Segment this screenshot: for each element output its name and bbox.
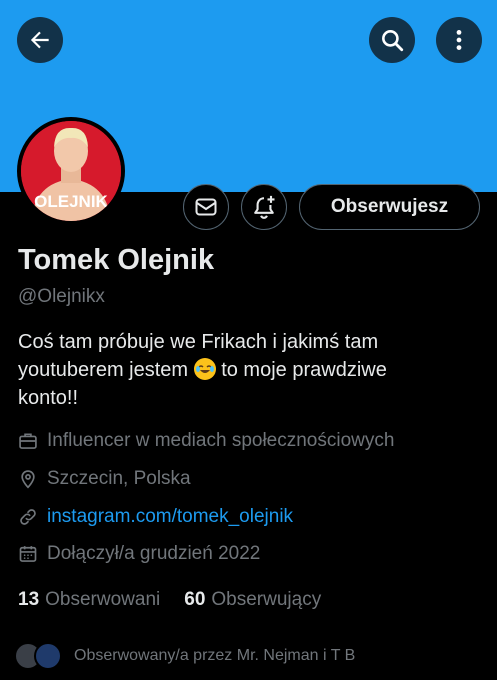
category-text: Influencer w mediach społecznościowych xyxy=(47,430,395,451)
followers-count: 60 xyxy=(184,589,206,610)
search-button[interactable] xyxy=(369,17,415,63)
back-button[interactable] xyxy=(17,17,63,63)
bio-line-3: konto!! xyxy=(18,387,79,409)
profile-category: Influencer w mediach społecznościowych xyxy=(18,430,394,452)
profile-name: Tomek Olejnik xyxy=(18,244,215,276)
more-options-button[interactable] xyxy=(436,17,482,63)
followed-by-avatars xyxy=(14,642,70,670)
website-link[interactable]: instagram.com/tomek_olejnik xyxy=(47,506,293,528)
calendar-icon xyxy=(19,546,37,562)
followers-label: Obserwujący xyxy=(211,589,322,610)
bio-line-2: youtuberem jestem to moje prawdziwe xyxy=(18,356,478,384)
location-pin-icon xyxy=(21,470,35,489)
following-count-link[interactable]: 13 Obserwowani xyxy=(18,589,160,611)
briefcase-icon xyxy=(19,433,37,449)
face-with-tears-of-joy-icon xyxy=(193,358,216,380)
followed-by-row[interactable]: Obserwowany/a przez Mr. Nejman i T B xyxy=(14,642,355,670)
search-icon xyxy=(382,30,404,52)
bio-line-2-start: youtuberem jestem xyxy=(18,359,194,381)
profile-bio: Coś tam próbuje we Frikach i jakimś tam … xyxy=(18,328,478,412)
location-text: Szczecin, Polska xyxy=(47,468,191,489)
avatar-text: OLEJNIK xyxy=(34,192,108,211)
profile-avatar[interactable]: OLEJNIK xyxy=(17,117,125,225)
mini-avatar xyxy=(34,642,62,670)
link-icon xyxy=(20,509,36,525)
joined-text: Dołączył/a grudzień 2022 xyxy=(47,543,261,564)
avatar-photo: OLEJNIK xyxy=(21,121,121,221)
following-count: 13 xyxy=(18,589,40,610)
notifications-button[interactable] xyxy=(241,184,287,230)
bio-line-1: Coś tam próbuje we Frikach i jakimś tam xyxy=(18,331,379,353)
profile-location: Szczecin, Polska xyxy=(18,468,191,490)
more-vertical-icon xyxy=(456,30,462,50)
envelope-icon xyxy=(195,198,217,216)
following-label: Obserwowani xyxy=(45,589,161,610)
following-button[interactable]: Obserwujesz xyxy=(299,184,480,230)
follow-stats: 13 Obserwowani 60 Obserwujący xyxy=(18,589,321,611)
followed-by-text: Obserwowany/a przez Mr. Nejman i T B xyxy=(74,647,356,664)
profile-handle: @Olejnikx xyxy=(18,286,105,307)
arrow-left-icon xyxy=(30,31,49,49)
bell-plus-icon xyxy=(254,195,275,219)
profile-joined: Dołączył/a grudzień 2022 xyxy=(18,543,260,565)
profile-website: instagram.com/tomek_olejnik xyxy=(18,506,293,528)
message-button[interactable] xyxy=(183,184,229,230)
bio-line-2-end: to moje prawdziwe xyxy=(215,359,387,381)
followers-count-link[interactable]: 60 Obserwujący xyxy=(184,589,321,611)
